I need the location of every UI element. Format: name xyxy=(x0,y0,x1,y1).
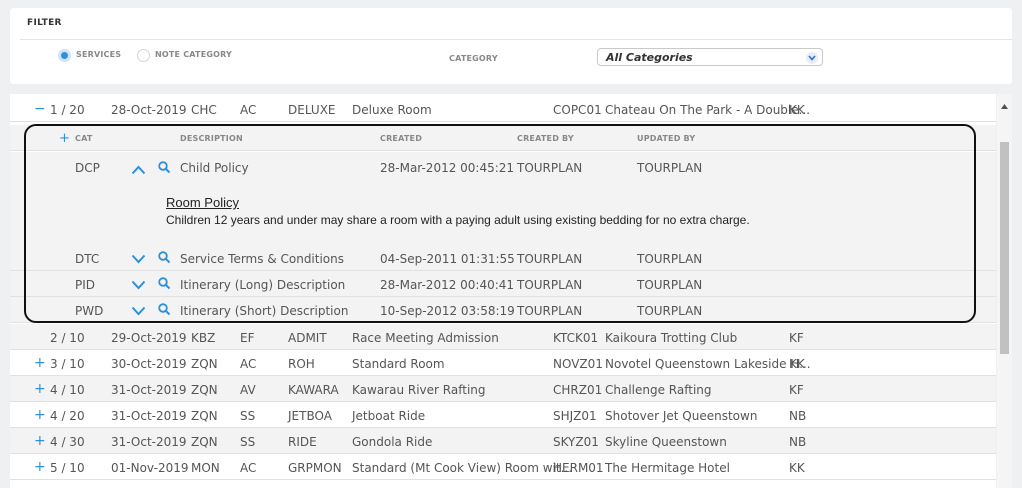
seq-cell: 1 / 20 xyxy=(50,103,85,117)
date-cell: 30-Oct-2019 xyxy=(111,357,187,371)
description-cell: Kawarau River Rafting xyxy=(352,383,486,397)
date-cell: 31-Oct-2019 xyxy=(111,409,187,423)
status-cell: KF xyxy=(789,383,804,397)
service-row[interactable]: + 4 / 20 31-Oct-2019 ZQN SS JETBOA Jetbo… xyxy=(10,402,996,428)
supplier-code-cell: COPC01 xyxy=(553,103,602,117)
service-row[interactable]: 2 / 10 29-Oct-2019 KBZ EF ADMIT Race Mee… xyxy=(10,324,996,350)
supplier-code-cell: NOVZ01 xyxy=(553,357,603,371)
supplier-code-cell: SKYZ01 xyxy=(553,435,599,449)
seq-cell: 4 / 10 xyxy=(50,383,85,397)
location-cell: ZQN xyxy=(191,409,218,423)
type-cell: EF xyxy=(240,331,255,345)
scroll-up-arrow-icon[interactable] xyxy=(1001,98,1008,112)
note-category-radio[interactable] xyxy=(137,49,150,62)
seq-cell: 3 / 10 xyxy=(50,357,85,371)
service-row[interactable]: + 5 / 10 01-Nov-2019 MON AC GRPMON Stand… xyxy=(10,454,996,480)
date-cell: 31-Oct-2019 xyxy=(111,383,187,397)
expand-row-button[interactable]: + xyxy=(34,355,46,371)
description-cell: Race Meeting Admission xyxy=(352,331,499,345)
date-cell: 31-Oct-2019 xyxy=(111,435,187,449)
description-cell: Standard Room xyxy=(352,357,445,371)
location-cell: ZQN xyxy=(191,357,218,371)
code-cell: DELUXE xyxy=(288,103,336,117)
filter-panel: FILTER SERVICES NOTE CATEGORY CATEGORY A… xyxy=(10,8,1012,84)
location-cell: MON xyxy=(191,461,220,475)
date-cell: 29-Oct-2019 xyxy=(111,331,187,345)
chevron-down-icon xyxy=(806,52,818,64)
code-cell: KAWARA xyxy=(288,383,339,397)
service-row[interactable]: + 4 / 30 31-Oct-2019 ZQN SS RIDE Gondola… xyxy=(10,428,996,454)
status-cell: NB xyxy=(789,409,807,423)
divider xyxy=(20,39,1012,40)
description-cell: Deluxe Room xyxy=(352,103,432,117)
code-cell: ROH xyxy=(288,357,315,371)
type-cell: AV xyxy=(240,383,256,397)
category-select[interactable]: All Categories xyxy=(597,48,823,66)
type-cell: AC xyxy=(240,461,257,475)
service-row[interactable]: + 4 / 10 31-Oct-2019 ZQN AV KAWARA Kawar… xyxy=(10,376,996,402)
type-cell: AC xyxy=(240,357,257,371)
supplier-code-cell: CHRZ01 xyxy=(553,383,603,397)
filter-title: FILTER xyxy=(27,18,62,28)
type-cell: SS xyxy=(240,409,256,423)
description-cell: Jetboat Ride xyxy=(352,409,426,423)
code-cell: RIDE xyxy=(288,435,317,449)
services-radio-label[interactable]: SERVICES xyxy=(76,50,121,59)
seq-cell: 4 / 30 xyxy=(50,435,85,449)
expand-row-button[interactable]: + xyxy=(34,381,46,397)
status-cell: KK xyxy=(789,103,805,117)
status-cell: KK xyxy=(789,357,805,371)
location-cell: KBZ xyxy=(191,331,216,345)
location-cell: ZQN xyxy=(191,435,218,449)
supplier-code-cell: SHJZ01 xyxy=(553,409,597,423)
code-cell: JETBOA xyxy=(288,409,332,423)
expand-row-button[interactable]: + xyxy=(34,407,46,423)
supplier-cell: Shotover Jet Queenstown xyxy=(605,409,758,423)
note-category-radio-label[interactable]: NOTE CATEGORY xyxy=(155,50,232,59)
supplier-cell: Challenge Rafting xyxy=(605,383,712,397)
status-cell: NB xyxy=(789,435,807,449)
location-cell: ZQN xyxy=(191,383,218,397)
collapse-row-button[interactable]: − xyxy=(34,101,46,117)
service-row[interactable]: + 3 / 10 30-Oct-2019 ZQN AC ROH Standard… xyxy=(10,350,996,376)
supplier-cell: Skyline Queenstown xyxy=(605,435,727,449)
supplier-code-cell: HERM01 xyxy=(553,461,604,475)
location-cell: CHC xyxy=(191,103,217,117)
seq-cell: 4 / 20 xyxy=(50,409,85,423)
services-radio[interactable] xyxy=(58,49,71,62)
scrollbar-thumb[interactable] xyxy=(1000,142,1009,354)
type-cell: AC xyxy=(240,103,257,117)
category-label: CATEGORY xyxy=(449,54,498,63)
supplier-cell: Chateau On The Park - A Double... xyxy=(605,103,811,117)
status-cell: KF xyxy=(789,331,804,345)
supplier-cell: The Hermitage Hotel xyxy=(605,461,730,475)
expand-row-button[interactable]: + xyxy=(34,433,46,449)
notes-highlight-outline xyxy=(24,124,976,323)
service-row[interactable]: − 1 / 20 28-Oct-2019 CHC AC DELUXE Delux… xyxy=(10,96,996,122)
code-cell: GRPMON xyxy=(288,461,342,475)
supplier-cell: Novotel Queenstown Lakeside H... xyxy=(605,357,811,371)
type-cell: SS xyxy=(240,435,256,449)
description-cell: Gondola Ride xyxy=(352,435,433,449)
expand-row-button[interactable]: + xyxy=(34,459,46,475)
vertical-scrollbar[interactable] xyxy=(997,94,1012,488)
supplier-code-cell: KTCK01 xyxy=(553,331,599,345)
date-cell: 28-Oct-2019 xyxy=(111,103,187,117)
supplier-cell: Kaikoura Trotting Club xyxy=(605,331,738,345)
code-cell: ADMIT xyxy=(288,331,327,345)
category-select-value: All Categories xyxy=(606,51,693,64)
seq-cell: 5 / 10 xyxy=(50,461,85,475)
status-cell: KK xyxy=(789,461,805,475)
seq-cell: 2 / 10 xyxy=(50,331,85,345)
date-cell: 01-Nov-2019 xyxy=(111,461,189,475)
description-cell: Standard (Mt Cook View) Room wit... xyxy=(352,461,573,475)
